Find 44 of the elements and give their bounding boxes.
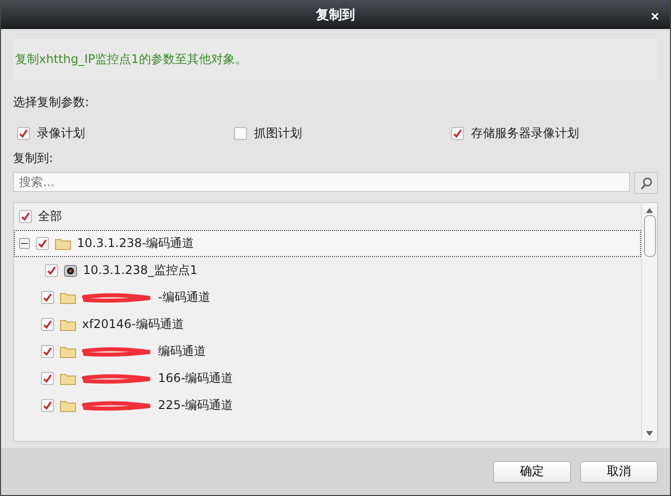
- search-field[interactable]: 搜索...: [13, 172, 630, 192]
- checkbox[interactable]: [36, 237, 49, 250]
- checkbox[interactable]: [17, 127, 30, 140]
- tree-item-label[interactable]: 10.3.1.238_监控点1: [83, 262, 198, 280]
- folder-icon: [60, 292, 76, 304]
- checkbox[interactable]: [19, 210, 32, 224]
- tree-item-label[interactable]: 全部: [38, 208, 62, 226]
- info-message: 复制xhtthg_IP监控点1的参数至其他对象。: [13, 39, 658, 80]
- section-label: 选择复制参数:: [13, 94, 90, 112]
- tree-item-label[interactable]: 225-编码通道: [158, 397, 234, 414]
- checkbox[interactable]: [45, 264, 58, 278]
- folder-icon: [60, 346, 76, 358]
- tree-item-label[interactable]: 10.3.1.238-编码通道: [77, 235, 194, 252]
- tree-item-label[interactable]: 编码通道: [158, 343, 206, 360]
- camera-icon: [64, 264, 77, 278]
- tree-item-label[interactable]: xf20146-编码通道: [82, 316, 184, 334]
- checkbox-label: 抓图计划: [254, 125, 302, 142]
- search-button[interactable]: [634, 172, 658, 194]
- section-label: 复制到:: [13, 150, 54, 168]
- window-title: 复制到: [316, 6, 355, 24]
- close-button[interactable]: ×: [648, 8, 662, 24]
- tree-item-label[interactable]: -编码通道: [158, 289, 210, 306]
- scroll-thumb[interactable]: [644, 215, 656, 258]
- checkbox[interactable]: [41, 399, 54, 412]
- folder-icon: [60, 318, 76, 331]
- checkbox[interactable]: [41, 318, 54, 332]
- checkbox[interactable]: [41, 345, 54, 358]
- tree-item-label[interactable]: 166-编码通道: [158, 370, 234, 388]
- dialog-button[interactable]: 确定: [493, 460, 571, 483]
- scroll-down-icon[interactable]: [646, 431, 653, 436]
- collapse-button[interactable]: [19, 238, 30, 250]
- tree-row[interactable]: 10.3.1.238-编码通道: [14, 230, 641, 258]
- checkbox[interactable]: [41, 291, 54, 304]
- scrollbar[interactable]: [641, 203, 657, 442]
- dialog-button[interactable]: 取消: [580, 460, 658, 483]
- checkbox[interactable]: [234, 127, 247, 140]
- checkbox[interactable]: [41, 372, 54, 386]
- folder-icon: [60, 372, 76, 385]
- folder-icon: [60, 400, 76, 412]
- checkbox-label: 存储服务器录像计划: [471, 125, 579, 142]
- checkbox[interactable]: [451, 127, 464, 140]
- search-icon: [640, 176, 652, 190]
- folder-icon: [55, 238, 71, 250]
- checkbox-label: 录像计划: [37, 125, 85, 142]
